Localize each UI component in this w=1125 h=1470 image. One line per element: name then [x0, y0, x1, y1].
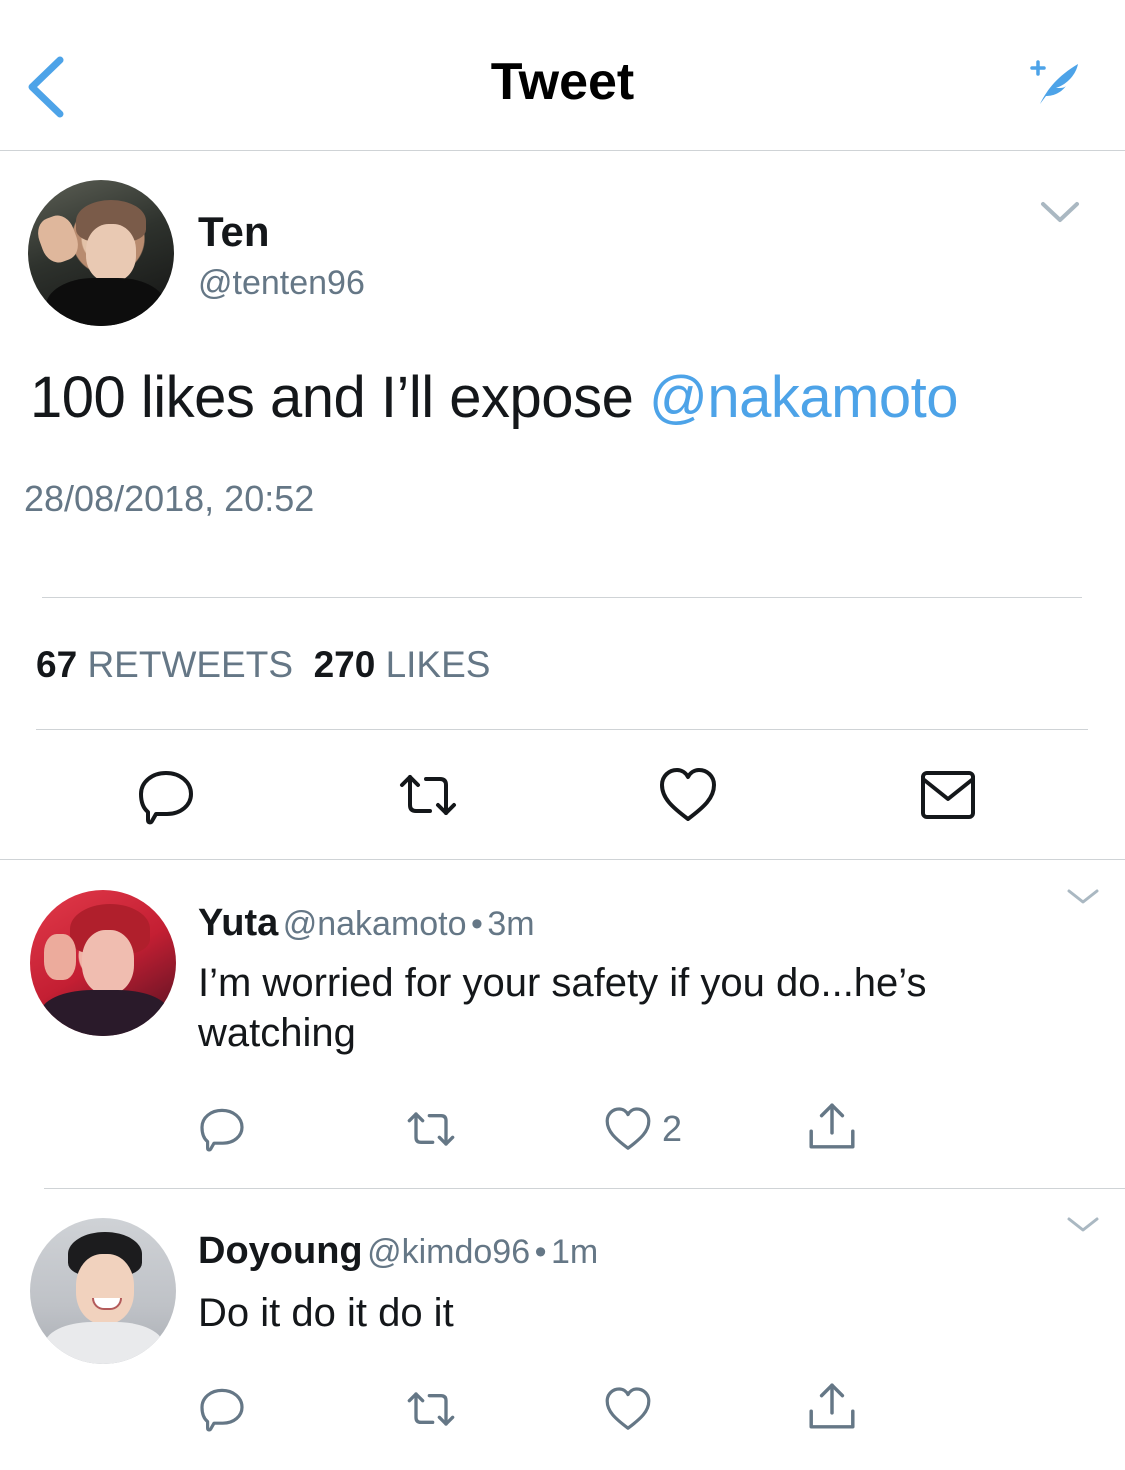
- chevron-down-icon[interactable]: [1066, 1216, 1100, 1234]
- meta-separator: •: [471, 905, 483, 943]
- like-icon[interactable]: [604, 1385, 652, 1433]
- avatar[interactable]: [30, 890, 176, 1036]
- section-divider: [0, 859, 1125, 860]
- avatar[interactable]: [28, 180, 174, 326]
- reply-time: 1m: [550, 1233, 599, 1271]
- like-icon[interactable]: [658, 765, 718, 825]
- tweet-text: 100 likes and I’ll expose @nakamoto: [30, 364, 959, 431]
- engagement-stats: 67 RETWEETS 270 LIKES: [36, 644, 490, 686]
- reply-text: Do it do it do it: [198, 1291, 454, 1335]
- direct-message-icon[interactable]: [918, 765, 978, 825]
- retweet-icon[interactable]: [398, 765, 458, 825]
- reply-author-handle[interactable]: @kimdo96: [367, 1233, 530, 1271]
- author-name[interactable]: Ten: [198, 208, 270, 256]
- reply-icon[interactable]: [198, 1384, 246, 1432]
- divider: [36, 729, 1088, 730]
- divider: [42, 597, 1082, 598]
- navigation-header: Tweet: [0, 0, 1125, 150]
- mention-link[interactable]: @nakamoto: [649, 365, 959, 430]
- reply-header: Doyoung @kimdo96 • 1m: [198, 1230, 598, 1273]
- likes-label: LIKES: [385, 644, 491, 685]
- compose-tweet-icon[interactable]: [1024, 58, 1082, 108]
- reply-author-name[interactable]: Yuta: [198, 902, 278, 944]
- meta-separator: •: [534, 1233, 547, 1271]
- reply-author-name[interactable]: Doyoung: [198, 1230, 363, 1272]
- retweet-icon[interactable]: [406, 1104, 456, 1154]
- divider: [44, 1188, 1125, 1189]
- page-title: Tweet: [490, 53, 635, 111]
- likes-count: 270: [313, 644, 376, 685]
- like-icon[interactable]: [604, 1105, 652, 1153]
- reply-author-handle[interactable]: @nakamoto: [283, 905, 467, 943]
- retweets-stat[interactable]: 67 RETWEETS: [36, 644, 293, 685]
- chevron-down-icon[interactable]: [1066, 888, 1100, 906]
- retweet-icon[interactable]: [406, 1384, 456, 1434]
- reply-icon[interactable]: [198, 1104, 246, 1152]
- avatar[interactable]: [30, 1218, 176, 1364]
- retweets-label: RETWEETS: [87, 644, 293, 685]
- chevron-down-icon[interactable]: [1040, 200, 1080, 224]
- reply-time: 3m: [487, 905, 535, 943]
- reply-text: I’m worried for your safety if you do...…: [198, 961, 927, 1055]
- header-divider: [0, 150, 1125, 151]
- share-icon[interactable]: [806, 1100, 858, 1152]
- tweet-timestamp: 28/08/2018, 20:52: [24, 478, 315, 519]
- author-handle[interactable]: @tenten96: [198, 264, 365, 303]
- likes-stat[interactable]: 270 LIKES: [314, 644, 491, 685]
- share-icon[interactable]: [806, 1380, 858, 1432]
- reply-icon[interactable]: [136, 765, 196, 825]
- retweets-count: 67: [36, 644, 78, 685]
- reply-header: Yuta @nakamoto • 3m: [198, 902, 535, 945]
- tweet-text-body: 100 likes and I’ll expose: [30, 365, 649, 430]
- like-count: 2: [662, 1108, 683, 1149]
